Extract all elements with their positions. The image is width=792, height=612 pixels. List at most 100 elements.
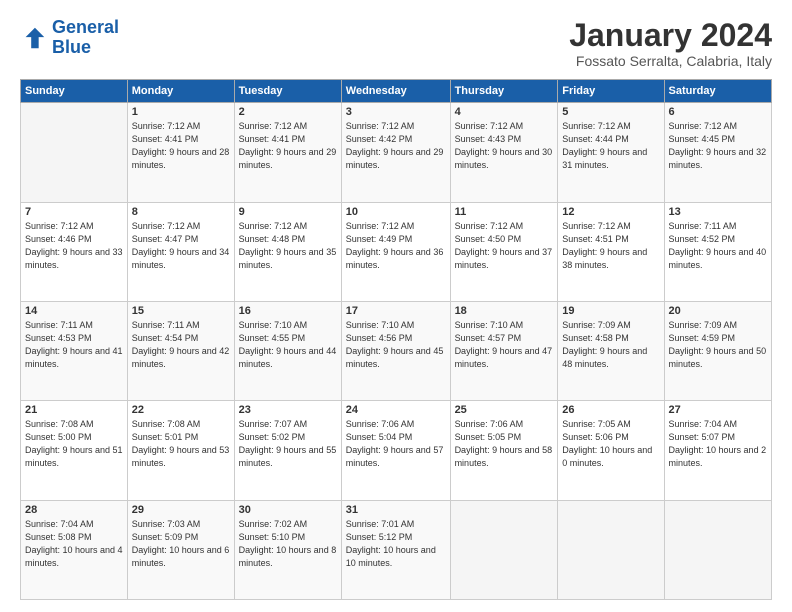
cell-content: Sunrise: 7:12 AM Sunset: 4:45 PM Dayligh… [669, 120, 767, 172]
daylight-text: Daylight: 9 hours and 37 minutes. [455, 247, 553, 270]
cell-content: Sunrise: 7:12 AM Sunset: 4:48 PM Dayligh… [239, 220, 337, 272]
column-header-monday: Monday [127, 80, 234, 103]
daylight-text: Daylight: 9 hours and 53 minutes. [132, 445, 230, 468]
sunset-text: Sunset: 4:51 PM [562, 234, 629, 244]
column-header-friday: Friday [558, 80, 664, 103]
sunset-text: Sunset: 4:54 PM [132, 333, 199, 343]
cell-content: Sunrise: 7:12 AM Sunset: 4:49 PM Dayligh… [346, 220, 446, 272]
calendar-table: SundayMondayTuesdayWednesdayThursdayFrid… [20, 79, 772, 600]
sunset-text: Sunset: 5:08 PM [25, 532, 92, 542]
daylight-text: Daylight: 9 hours and 40 minutes. [669, 247, 767, 270]
day-number: 31 [346, 504, 446, 516]
sunset-text: Sunset: 4:44 PM [562, 134, 629, 144]
day-number: 10 [346, 206, 446, 218]
day-number: 30 [239, 504, 337, 516]
day-number: 27 [669, 404, 767, 416]
calendar-cell: 11 Sunrise: 7:12 AM Sunset: 4:50 PM Dayl… [450, 202, 558, 301]
cell-content: Sunrise: 7:12 AM Sunset: 4:41 PM Dayligh… [239, 120, 337, 172]
calendar-cell: 29 Sunrise: 7:03 AM Sunset: 5:09 PM Dayl… [127, 500, 234, 599]
daylight-text: Daylight: 9 hours and 48 minutes. [562, 346, 647, 369]
sunrise-text: Sunrise: 7:12 AM [132, 221, 201, 231]
cell-content: Sunrise: 7:08 AM Sunset: 5:01 PM Dayligh… [132, 418, 230, 470]
daylight-text: Daylight: 9 hours and 30 minutes. [455, 147, 553, 170]
column-header-wednesday: Wednesday [341, 80, 450, 103]
calendar-cell: 8 Sunrise: 7:12 AM Sunset: 4:47 PM Dayli… [127, 202, 234, 301]
sunrise-text: Sunrise: 7:11 AM [132, 320, 200, 330]
day-number: 14 [25, 305, 123, 317]
calendar-cell: 25 Sunrise: 7:06 AM Sunset: 5:05 PM Dayl… [450, 401, 558, 500]
sunrise-text: Sunrise: 7:12 AM [132, 121, 201, 131]
calendar-cell: 17 Sunrise: 7:10 AM Sunset: 4:56 PM Dayl… [341, 301, 450, 400]
sunset-text: Sunset: 4:42 PM [346, 134, 413, 144]
column-header-thursday: Thursday [450, 80, 558, 103]
daylight-text: Daylight: 10 hours and 0 minutes. [562, 445, 652, 468]
calendar-week-row: 14 Sunrise: 7:11 AM Sunset: 4:53 PM Dayl… [21, 301, 772, 400]
sunrise-text: Sunrise: 7:06 AM [346, 419, 415, 429]
day-number: 3 [346, 106, 446, 118]
sunset-text: Sunset: 4:48 PM [239, 234, 306, 244]
cell-content: Sunrise: 7:12 AM Sunset: 4:44 PM Dayligh… [562, 120, 659, 172]
cell-content: Sunrise: 7:11 AM Sunset: 4:54 PM Dayligh… [132, 319, 230, 371]
day-number: 22 [132, 404, 230, 416]
sunset-text: Sunset: 5:12 PM [346, 532, 413, 542]
sunrise-text: Sunrise: 7:02 AM [239, 519, 308, 529]
sunrise-text: Sunrise: 7:11 AM [669, 221, 737, 231]
logo-text: General Blue [52, 18, 119, 58]
sunrise-text: Sunrise: 7:12 AM [455, 221, 524, 231]
day-number: 23 [239, 404, 337, 416]
day-number: 29 [132, 504, 230, 516]
title-block: January 2024 Fossato Serralta, Calabria,… [569, 18, 772, 69]
sunrise-text: Sunrise: 7:03 AM [132, 519, 201, 529]
calendar-cell: 4 Sunrise: 7:12 AM Sunset: 4:43 PM Dayli… [450, 103, 558, 202]
cell-content: Sunrise: 7:01 AM Sunset: 5:12 PM Dayligh… [346, 518, 446, 570]
day-number: 7 [25, 206, 123, 218]
column-header-tuesday: Tuesday [234, 80, 341, 103]
calendar-cell: 7 Sunrise: 7:12 AM Sunset: 4:46 PM Dayli… [21, 202, 128, 301]
day-number: 18 [455, 305, 554, 317]
daylight-text: Daylight: 9 hours and 58 minutes. [455, 445, 553, 468]
sunset-text: Sunset: 4:46 PM [25, 234, 92, 244]
sunrise-text: Sunrise: 7:10 AM [455, 320, 524, 330]
cell-content: Sunrise: 7:10 AM Sunset: 4:56 PM Dayligh… [346, 319, 446, 371]
sunset-text: Sunset: 5:02 PM [239, 432, 306, 442]
calendar-cell: 10 Sunrise: 7:12 AM Sunset: 4:49 PM Dayl… [341, 202, 450, 301]
daylight-text: Daylight: 9 hours and 38 minutes. [562, 247, 647, 270]
calendar-header-row: SundayMondayTuesdayWednesdayThursdayFrid… [21, 80, 772, 103]
calendar-cell: 1 Sunrise: 7:12 AM Sunset: 4:41 PM Dayli… [127, 103, 234, 202]
sunset-text: Sunset: 5:05 PM [455, 432, 522, 442]
sunrise-text: Sunrise: 7:04 AM [25, 519, 94, 529]
calendar-cell: 19 Sunrise: 7:09 AM Sunset: 4:58 PM Dayl… [558, 301, 664, 400]
header: General Blue January 2024 Fossato Serral… [20, 18, 772, 69]
sunset-text: Sunset: 4:49 PM [346, 234, 413, 244]
day-number: 12 [562, 206, 659, 218]
daylight-text: Daylight: 9 hours and 31 minutes. [562, 147, 647, 170]
sunrise-text: Sunrise: 7:12 AM [239, 121, 308, 131]
sunrise-text: Sunrise: 7:12 AM [669, 121, 738, 131]
daylight-text: Daylight: 9 hours and 57 minutes. [346, 445, 444, 468]
cell-content: Sunrise: 7:11 AM Sunset: 4:52 PM Dayligh… [669, 220, 767, 272]
calendar-cell: 13 Sunrise: 7:11 AM Sunset: 4:52 PM Dayl… [664, 202, 771, 301]
sunrise-text: Sunrise: 7:05 AM [562, 419, 631, 429]
calendar-cell: 31 Sunrise: 7:01 AM Sunset: 5:12 PM Dayl… [341, 500, 450, 599]
cell-content: Sunrise: 7:02 AM Sunset: 5:10 PM Dayligh… [239, 518, 337, 570]
day-number: 9 [239, 206, 337, 218]
daylight-text: Daylight: 9 hours and 45 minutes. [346, 346, 444, 369]
calendar-cell: 22 Sunrise: 7:08 AM Sunset: 5:01 PM Dayl… [127, 401, 234, 500]
sunset-text: Sunset: 4:56 PM [346, 333, 413, 343]
calendar-cell: 9 Sunrise: 7:12 AM Sunset: 4:48 PM Dayli… [234, 202, 341, 301]
calendar-cell: 2 Sunrise: 7:12 AM Sunset: 4:41 PM Dayli… [234, 103, 341, 202]
cell-content: Sunrise: 7:12 AM Sunset: 4:47 PM Dayligh… [132, 220, 230, 272]
sunrise-text: Sunrise: 7:09 AM [669, 320, 738, 330]
main-title: January 2024 [569, 18, 772, 53]
sunrise-text: Sunrise: 7:10 AM [346, 320, 415, 330]
cell-content: Sunrise: 7:04 AM Sunset: 5:08 PM Dayligh… [25, 518, 123, 570]
day-number: 15 [132, 305, 230, 317]
sunset-text: Sunset: 5:06 PM [562, 432, 629, 442]
calendar-cell: 20 Sunrise: 7:09 AM Sunset: 4:59 PM Dayl… [664, 301, 771, 400]
day-number: 8 [132, 206, 230, 218]
day-number: 5 [562, 106, 659, 118]
sunrise-text: Sunrise: 7:06 AM [455, 419, 524, 429]
calendar-cell: 12 Sunrise: 7:12 AM Sunset: 4:51 PM Dayl… [558, 202, 664, 301]
sunset-text: Sunset: 4:47 PM [132, 234, 199, 244]
cell-content: Sunrise: 7:06 AM Sunset: 5:05 PM Dayligh… [455, 418, 554, 470]
